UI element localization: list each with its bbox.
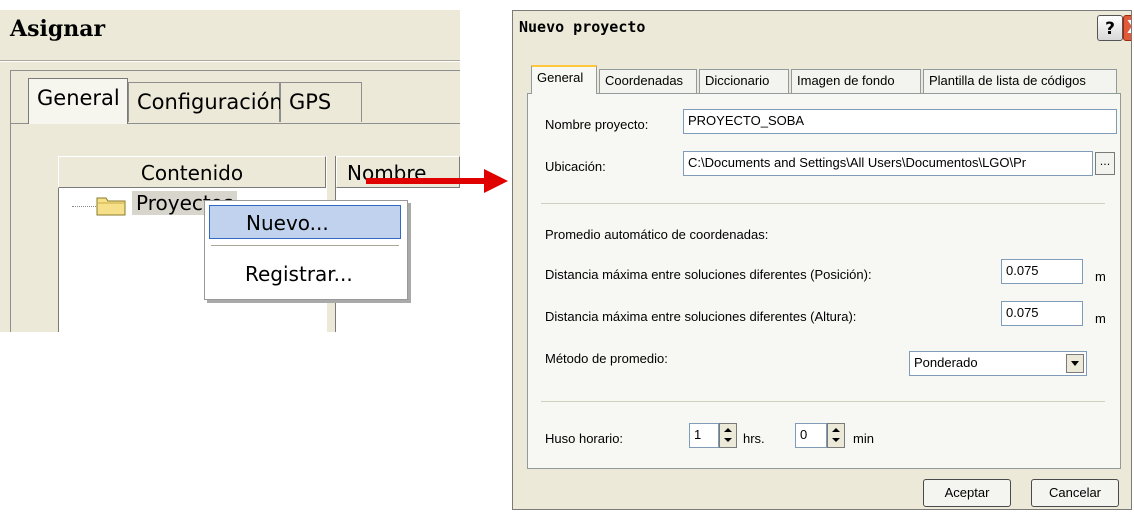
tab-gps[interactable]: GPS [280, 82, 362, 122]
spin-up-icon[interactable] [724, 428, 732, 432]
panel-title: Asignar [10, 16, 106, 42]
metodo-selected-value: Ponderado [914, 355, 978, 370]
folder-icon [96, 197, 126, 216]
tab-general[interactable]: General [531, 65, 597, 94]
arrow-annotation [366, 178, 486, 184]
column-header-contenido[interactable]: Contenido [58, 156, 326, 188]
distancia-posicion-label: Distancia máxima entre soluciones difere… [545, 267, 872, 282]
nuevo-proyecto-dialog: Nuevo proyecto ? X General Coordenadas D… [512, 10, 1132, 510]
spin-up-icon[interactable] [832, 428, 840, 432]
huso-min-input[interactable]: 0 [795, 423, 827, 448]
distancia-altura-label: Distancia máxima entre soluciones difere… [545, 309, 857, 324]
dropdown-arrow-icon[interactable] [1066, 354, 1084, 373]
nombre-proyecto-label: Nombre proyecto: [545, 117, 649, 132]
distancia-posicion-input[interactable]: 0.075 [1001, 259, 1083, 284]
promedio-header: Promedio automático de coordenadas: [545, 227, 769, 242]
min-label: min [853, 431, 874, 446]
tab-coordenadas[interactable]: Coordenadas [599, 69, 697, 93]
help-button[interactable]: ? [1097, 15, 1123, 41]
ubicacion-input[interactable]: C:\Documents and Settings\All Users\Docu… [683, 151, 1093, 176]
aceptar-button[interactable]: Aceptar [923, 479, 1011, 507]
nombre-proyecto-input[interactable]: PROYECTO_SOBA [683, 109, 1117, 134]
menu-separator [211, 245, 399, 246]
tab-plantilla-codigos[interactable]: Plantilla de lista de códigos [923, 69, 1117, 93]
ubicacion-label: Ubicación: [545, 159, 606, 174]
menu-item-registrar[interactable]: Registrar... [209, 257, 401, 291]
cancelar-button[interactable]: Cancelar [1031, 479, 1119, 507]
hrs-spinner[interactable] [719, 423, 737, 448]
min-spinner[interactable] [827, 423, 845, 448]
section-divider [541, 203, 1105, 204]
tree-connector [72, 206, 96, 207]
metodo-promedio-select[interactable]: Ponderado [909, 351, 1087, 376]
browse-button[interactable]: ... [1095, 152, 1115, 175]
hrs-label: hrs. [743, 431, 765, 446]
tab-general[interactable]: General [28, 78, 128, 124]
close-button[interactable]: X [1123, 15, 1131, 41]
huso-horario-label: Huso horario: [545, 431, 624, 446]
spin-down-icon[interactable] [724, 438, 732, 442]
spin-down-icon[interactable] [832, 438, 840, 442]
title-divider-highlight [0, 61, 460, 62]
tab-imagen-de-fondo[interactable]: Imagen de fondo [791, 69, 921, 93]
huso-hrs-input[interactable]: 1 [689, 423, 719, 448]
dialog-titlebar[interactable]: Nuevo proyecto ? X [513, 11, 1131, 45]
dialog-title: Nuevo proyecto [519, 18, 646, 36]
metodo-promedio-label: Método de promedio: [545, 351, 668, 366]
tab-diccionario[interactable]: Diccionario [699, 69, 789, 93]
menu-item-nuevo[interactable]: Nuevo... [209, 205, 401, 239]
distancia-altura-input[interactable]: 0.075 [1001, 301, 1083, 326]
arrow-head-icon [484, 169, 508, 193]
section-divider [541, 401, 1105, 402]
unit-m-label: m [1095, 311, 1106, 326]
unit-m-label: m [1095, 269, 1106, 284]
tab-configuracion[interactable]: Configuración [128, 82, 283, 122]
context-menu: Nuevo... Registrar... [204, 200, 408, 300]
